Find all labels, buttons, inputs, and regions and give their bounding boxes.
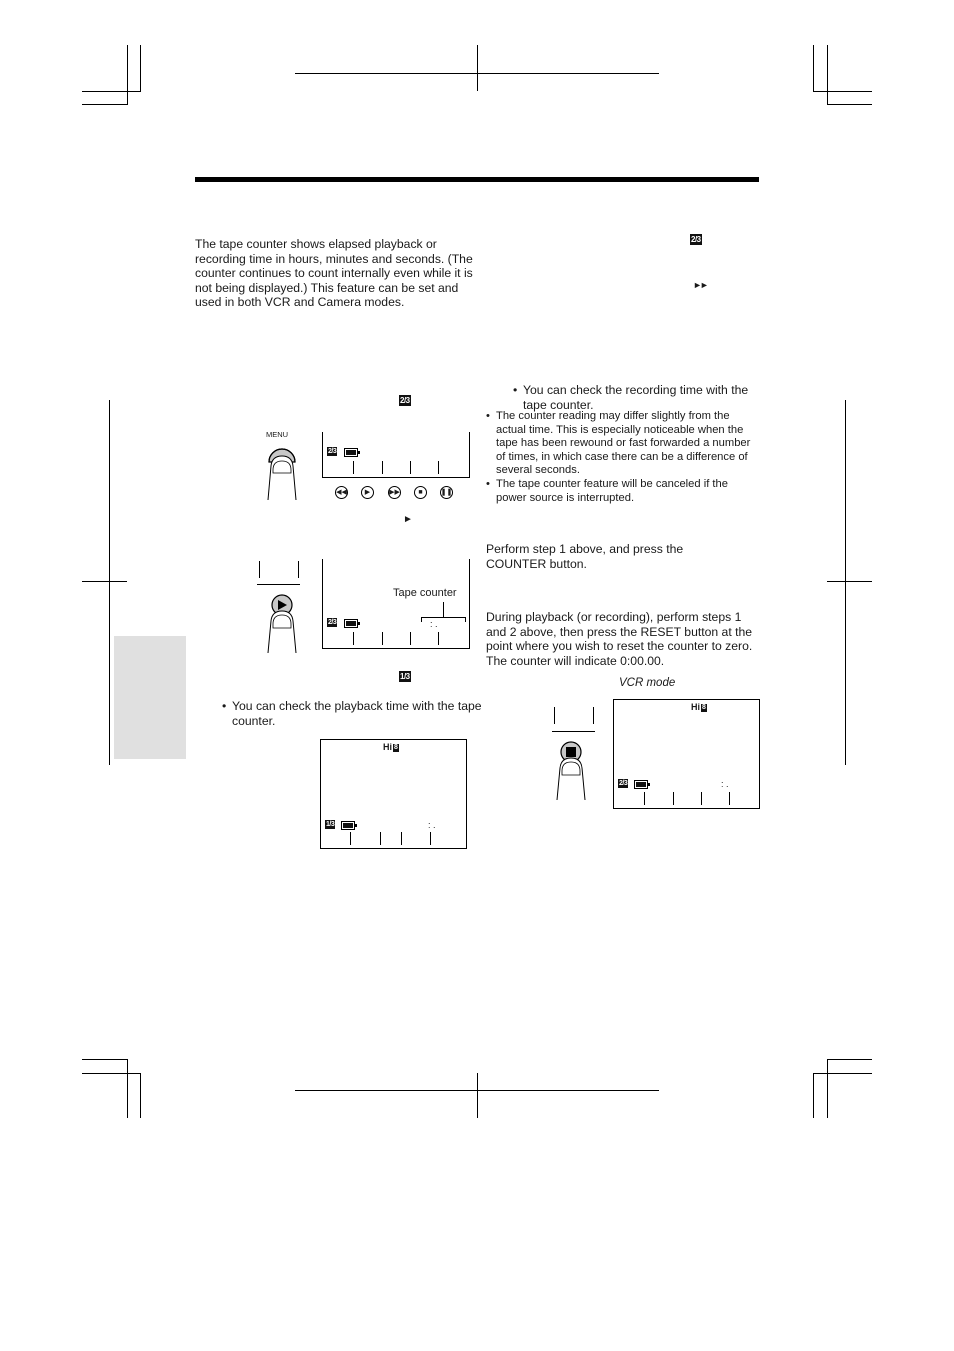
display-tick [430, 832, 431, 845]
callout-bracket [465, 617, 466, 622]
tape-counter-value: : . [721, 779, 729, 789]
page-badge-icon: 2/3 [690, 234, 702, 245]
display-tick [382, 632, 383, 645]
button-bracket-line [552, 731, 595, 732]
crop-mark-line [827, 45, 828, 104]
rewind-button-icon[interactable]: ◀◀ [335, 486, 348, 499]
callout-bracket [421, 617, 422, 622]
pause-button-icon[interactable]: ❚❚ [440, 486, 453, 499]
viewfinder-screen: Hi 8 1/3 : . [320, 739, 467, 849]
crop-mark-line [845, 400, 846, 765]
intro-paragraph: The tape counter shows elapsed playback … [195, 237, 473, 310]
playback-time-note: You can check the playback time with the… [222, 699, 482, 728]
crop-mark-line [827, 1059, 872, 1060]
crop-mark-line [140, 45, 141, 91]
stop-button-icon[interactable]: ■ [414, 486, 427, 499]
display-tick [701, 792, 702, 805]
fast-forward-button-icon[interactable]: ▶▶ [388, 486, 401, 499]
hi8-format-indicator: Hi 8 [383, 742, 399, 752]
page-badge-icon: 2/3 [399, 395, 411, 406]
tape-speed-badge-icon: 2/3 [327, 447, 338, 456]
fast-forward-icon: ►► [693, 280, 709, 290]
crop-mark-line [82, 91, 141, 92]
hi8-badge: 8 [701, 704, 707, 712]
crop-mark-line [813, 91, 872, 92]
crop-mark-line [82, 104, 128, 105]
cancel-counter-paragraph: Perform step 1 above, and press the COUN… [486, 542, 684, 571]
button-bracket-line [554, 707, 555, 724]
display-tick [353, 461, 354, 474]
reset-counter-paragraph: During playback (or recording), perform … [486, 610, 753, 668]
crop-mark-line [813, 1073, 872, 1074]
crop-mark-line [827, 581, 872, 582]
crop-mark-line [82, 1073, 141, 1074]
note-item: The tape counter feature will be cancele… [486, 478, 761, 505]
viewfinder-screen: Tape counter : . 2/3 [322, 559, 470, 649]
battery-icon [341, 821, 357, 830]
display-tick [673, 792, 674, 805]
vcr-mode-caption: VCR mode [619, 677, 676, 689]
crop-mark-line [477, 1073, 478, 1118]
battery-icon [634, 780, 650, 789]
display-tick [729, 792, 730, 805]
button-bracket-line [259, 561, 260, 578]
callout-bracket [421, 617, 466, 618]
tape-speed-badge-icon: 2/3 [618, 779, 629, 788]
display-tick [401, 832, 402, 845]
display-tick [410, 632, 411, 645]
display-tick [350, 832, 351, 845]
menu-button-label: MENU [266, 430, 289, 439]
button-bracket-line [298, 561, 299, 578]
viewfinder-screen: Hi 8 2/3 : . [613, 699, 760, 809]
tape-counter-value: : . [430, 619, 438, 629]
crop-mark-line [127, 1059, 128, 1118]
crop-mark-line [109, 400, 110, 765]
tape-counter-label: Tape counter [393, 587, 457, 599]
play-arrow-icon: ► [403, 514, 413, 525]
crop-mark-line [827, 1059, 828, 1118]
crop-mark-line [477, 45, 478, 91]
hi8-label: Hi [691, 702, 700, 712]
heading-rule [195, 177, 759, 182]
crop-mark-line [82, 1059, 128, 1060]
crop-mark-line [82, 581, 127, 582]
display-tick [410, 461, 411, 474]
display-tick [438, 632, 439, 645]
viewfinder-screen: 2/3 [322, 432, 470, 478]
tape-speed-badge-icon: 2/3 [327, 618, 338, 627]
hi8-format-indicator: Hi 8 [691, 702, 707, 712]
play-button-icon[interactable]: ▶ [361, 486, 374, 499]
page-badge-icon: 1/3 [399, 671, 411, 682]
finger-pressing-stop-button-icon[interactable] [551, 740, 591, 802]
crop-mark-line [140, 1073, 141, 1118]
finger-pressing-play-button-icon[interactable] [262, 593, 302, 655]
callout-line [443, 602, 444, 617]
display-tick [380, 832, 381, 845]
tape-speed-badge-icon: 1/3 [325, 820, 336, 829]
hi8-label: Hi [383, 742, 392, 752]
battery-icon [344, 619, 360, 628]
tape-counter-value: : . [428, 820, 436, 830]
display-tick [382, 461, 383, 474]
battery-icon [344, 448, 360, 457]
hi8-badge: 8 [393, 744, 399, 752]
note-item: The counter reading may differ slightly … [486, 410, 761, 478]
recording-time-note: You can check the recording time with th… [513, 383, 768, 412]
display-tick [438, 461, 439, 474]
crop-mark-line [813, 45, 814, 91]
crop-mark-line [827, 104, 872, 105]
display-tick [353, 632, 354, 645]
section-side-tab [114, 636, 186, 759]
display-tick [644, 792, 645, 805]
crop-mark-line [127, 45, 128, 104]
button-bracket-line [257, 584, 300, 585]
crop-mark-line [813, 1073, 814, 1118]
button-bracket-line [593, 707, 594, 724]
notes-list: The counter reading may differ slightly … [486, 410, 761, 505]
finger-pressing-menu-button-icon[interactable] [262, 440, 302, 502]
